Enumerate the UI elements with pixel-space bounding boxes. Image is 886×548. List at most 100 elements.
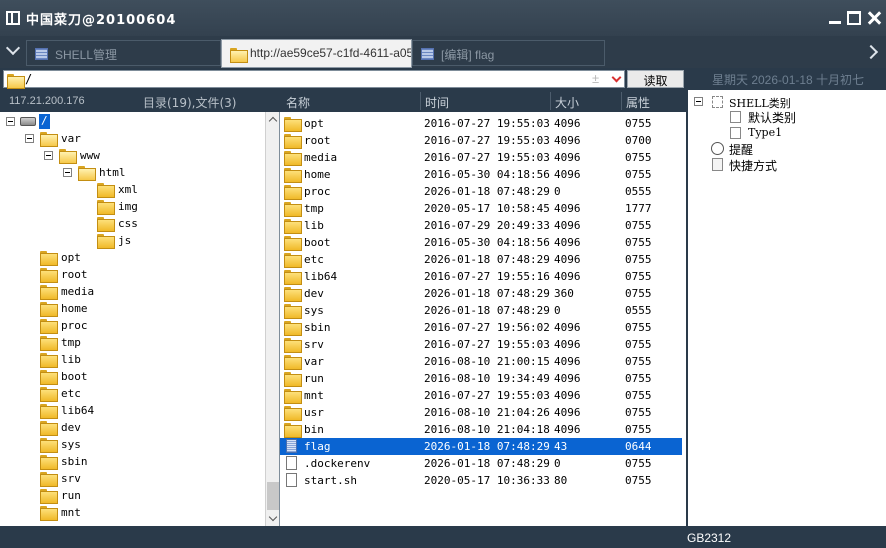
column-perm[interactable]: 属性 (626, 94, 650, 111)
file-row[interactable]: lib 2016-07-29 20:49:33 4096 0755 (280, 217, 682, 234)
tree-node-mnt[interactable]: mnt (0, 505, 260, 522)
encoding-label[interactable]: GB2312 (687, 531, 731, 545)
file-row[interactable]: start.sh 2020-05-17 10:36:33 80 0755 (280, 472, 682, 489)
tree-node-dev[interactable]: dev (0, 420, 260, 437)
minimize-button[interactable] (828, 11, 842, 25)
file-size: 43 (554, 440, 568, 453)
file-row[interactable]: root 2016-07-27 19:55:03 4096 0700 (280, 132, 682, 149)
tree-node-srv[interactable]: srv (0, 471, 260, 488)
collapse-icon[interactable] (63, 168, 72, 177)
grid-icon (421, 48, 434, 60)
file-row[interactable]: media 2016-07-27 19:55:03 4096 0755 (280, 149, 682, 166)
tree-label: / (39, 114, 50, 129)
file-row[interactable]: sbin 2016-07-27 19:56:02 4096 0755 (280, 319, 682, 336)
file-size: 4096 (554, 406, 581, 419)
file-size: 80 (554, 474, 568, 487)
collapse-icon[interactable] (44, 151, 53, 160)
tree-node-media[interactable]: media (0, 284, 260, 301)
tree-node-type1[interactable]: Type1 (692, 125, 882, 141)
maximize-button[interactable] (847, 11, 861, 25)
tree-label: www (80, 149, 100, 162)
folder-icon (40, 404, 58, 419)
file-row[interactable]: boot 2016-05-30 04:18:56 4096 0755 (280, 234, 682, 251)
tree-node-root[interactable]: root (0, 267, 260, 284)
tree-node-proc[interactable]: proc (0, 318, 260, 335)
tree-node-home[interactable]: home (0, 301, 260, 318)
tree-node-run[interactable]: run (0, 488, 260, 505)
folder-icon (284, 355, 302, 370)
tree-label: html (99, 166, 126, 179)
file-row[interactable]: usr 2016-08-10 21:04:26 4096 0755 (280, 404, 682, 421)
file-size: 4096 (554, 270, 581, 283)
chevron-down-icon[interactable] (611, 72, 622, 83)
file-row[interactable]: bin 2016-08-10 21:04:18 4096 0755 (280, 421, 682, 438)
file-row[interactable]: mnt 2016-07-27 19:55:03 4096 0755 (280, 387, 682, 404)
file-name: .dockerenv (304, 457, 371, 470)
file-row[interactable]: flag 2026-01-18 07:48:29 43 0644 (280, 438, 682, 455)
tree-node-root[interactable]: / (0, 114, 260, 131)
collapse-icon[interactable] (694, 97, 703, 106)
file-row[interactable]: proc 2026-01-18 07:48:29 0 0555 (280, 183, 682, 200)
folder-icon (230, 48, 248, 63)
file-perm: 0755 (625, 151, 652, 164)
tree-node-sbin[interactable]: sbin (0, 454, 260, 471)
file-row[interactable]: sys 2026-01-18 07:48:29 0 0555 (280, 302, 682, 319)
tab-shell-manager[interactable]: SHELL管理 (26, 40, 221, 66)
chevron-right-icon[interactable] (863, 44, 879, 60)
tree-node-html[interactable]: html (0, 165, 260, 182)
tree-label: run (61, 489, 81, 502)
tree-node-sys[interactable]: sys (0, 437, 260, 454)
column-name[interactable]: 名称 (286, 94, 310, 111)
file-row[interactable]: .dockerenv 2026-01-18 07:48:29 0 0755 (280, 455, 682, 472)
file-time: 2016-07-27 19:55:03 (424, 134, 550, 147)
scroll-up-icon[interactable] (268, 116, 278, 126)
collapse-icon[interactable] (6, 117, 15, 126)
file-row[interactable]: home 2016-05-30 04:18:56 4096 0755 (280, 166, 682, 183)
file-row[interactable]: var 2016-08-10 21:00:15 4096 0755 (280, 353, 682, 370)
file-row[interactable]: run 2016-08-10 19:34:49 4096 0755 (280, 370, 682, 387)
tree-label: boot (61, 370, 88, 383)
tab-file-manager[interactable]: http://ae59ce57-c1fd-4611-a05... (221, 39, 412, 68)
tree-node-shortcut[interactable]: 快捷方式 (692, 157, 882, 173)
scroll-thumb[interactable] (267, 482, 279, 510)
tree-node-shell-category[interactable]: SHELL类别 (692, 94, 882, 110)
tree-node-lib[interactable]: lib (0, 352, 260, 369)
path-input[interactable]: / ± (3, 70, 625, 89)
tree-node-var[interactable]: var (0, 131, 260, 148)
close-button[interactable] (867, 11, 881, 25)
tree-node-opt[interactable]: opt (0, 250, 260, 267)
tree-node-etc[interactable]: etc (0, 386, 260, 403)
tree-node-img[interactable]: img (0, 199, 260, 216)
tab-list-chevron-down-icon[interactable] (5, 40, 21, 56)
scroll-down-icon[interactable] (268, 512, 278, 522)
plus-minus-icon[interactable]: ± (592, 71, 599, 86)
file-time: 2016-07-27 19:56:02 (424, 321, 550, 334)
folder-icon (97, 200, 115, 215)
collapse-icon[interactable] (25, 134, 34, 143)
read-button[interactable]: 读取 (627, 70, 684, 88)
tree-scrollbar[interactable] (265, 112, 279, 526)
tree-node-xml[interactable]: xml (0, 182, 260, 199)
tree-node-reminder[interactable]: 提醒 (692, 141, 882, 157)
tree-label: sbin (61, 455, 88, 468)
tab-edit-flag[interactable]: [编辑] flag (412, 40, 605, 66)
file-name: mnt (304, 389, 324, 402)
tree-node-default-category[interactable]: 默认类别 (692, 109, 882, 125)
tree-node-boot[interactable]: boot (0, 369, 260, 386)
tree-node-www[interactable]: www (0, 148, 260, 165)
tree-node-tmp[interactable]: tmp (0, 335, 260, 352)
file-row[interactable]: opt 2016-07-27 19:55:03 4096 0755 (280, 115, 682, 132)
file-row[interactable]: dev 2026-01-18 07:48:29 360 0755 (280, 285, 682, 302)
file-row[interactable]: srv 2016-07-27 19:55:03 4096 0755 (280, 336, 682, 353)
column-size[interactable]: 大小 (555, 94, 579, 111)
file-row[interactable]: tmp 2020-05-17 10:58:45 4096 1777 (280, 200, 682, 217)
file-size: 360 (554, 287, 574, 300)
file-row[interactable]: etc 2026-01-18 07:48:29 4096 0755 (280, 251, 682, 268)
tree-label: css (118, 217, 138, 230)
tree-node-js[interactable]: js (0, 233, 260, 250)
tree-node-lib64[interactable]: lib64 (0, 403, 260, 420)
file-perm: 0555 (625, 185, 652, 198)
file-row[interactable]: lib64 2016-07-27 19:55:16 4096 0755 (280, 268, 682, 285)
tree-node-css[interactable]: css (0, 216, 260, 233)
column-time[interactable]: 时间 (425, 94, 449, 111)
